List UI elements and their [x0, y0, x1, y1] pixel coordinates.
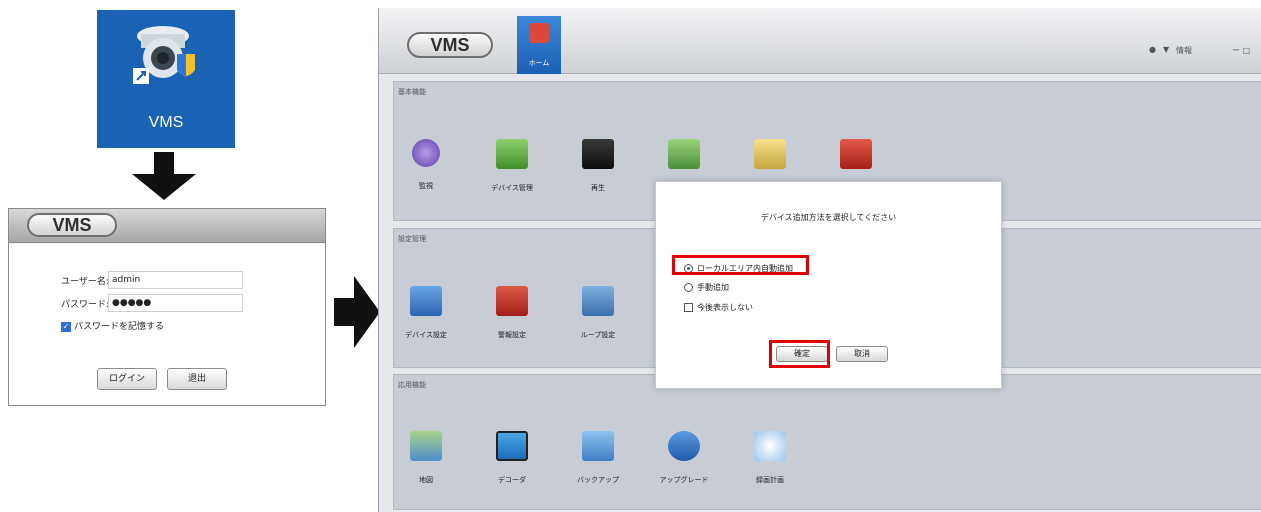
- highlight-ok-button: [769, 340, 830, 368]
- item-label: 監視: [419, 182, 433, 190]
- camera-config-icon: [668, 139, 700, 169]
- item-label: デバイス設定: [405, 331, 447, 339]
- vms-desktop-shortcut[interactable]: VMS: [97, 10, 235, 148]
- info-label[interactable]: 情報: [1176, 45, 1192, 56]
- item-label: 再生: [591, 184, 605, 192]
- info-icon[interactable]: ●: [1149, 45, 1156, 54]
- password-row: パスワード: ●●●●●: [9, 294, 325, 312]
- device-management-icon: [496, 139, 528, 169]
- record-plan-icon: [754, 431, 786, 461]
- cancel-button[interactable]: 取消: [836, 346, 888, 362]
- main-header: VMS ホーム ● ▼ 情報 ー □: [379, 8, 1261, 74]
- main-logo: VMS: [407, 32, 493, 58]
- login-form: ユーザー名: admin パスワード: ●●●●● ✓ パスワードを記憶する ログ…: [9, 244, 325, 405]
- map-icon: [410, 431, 442, 461]
- login-window: VMS ユーザー名: admin パスワード: ●●●●● ✓ パスワードを記憶す…: [8, 208, 326, 406]
- password-label: パスワード:: [61, 300, 110, 310]
- alarm-shield-icon: [840, 139, 872, 169]
- playback-icon: [582, 139, 614, 169]
- username-field[interactable]: admin: [108, 271, 243, 289]
- item-label: 地図: [419, 476, 433, 484]
- dialog-question: デバイス追加方法を選択してください: [760, 213, 897, 222]
- window-controls[interactable]: ー □: [1232, 45, 1250, 56]
- item-record-plan[interactable]: 録画計画: [740, 431, 800, 485]
- tab-home[interactable]: ホーム: [517, 16, 561, 74]
- section-title: 設定管理: [398, 235, 426, 243]
- device-settings-icon: [410, 286, 442, 316]
- item-label: デバイス管理: [491, 184, 533, 192]
- shortcut-label: VMS: [148, 114, 184, 131]
- exit-button[interactable]: 退出: [167, 368, 227, 390]
- item-device-settings[interactable]: デバイス設定: [396, 286, 456, 340]
- item-playback[interactable]: 再生: [568, 139, 628, 193]
- item-label: 警報設定: [498, 331, 526, 339]
- item-backup[interactable]: バックアップ: [568, 431, 628, 485]
- item-5[interactable]: [740, 139, 800, 169]
- skin-icon[interactable]: ▼: [1163, 45, 1169, 54]
- section-title: 基本機能: [398, 88, 426, 96]
- login-button[interactable]: ログイン: [97, 368, 157, 390]
- tab-home-label: ホーム: [528, 59, 550, 67]
- option-dont-show[interactable]: 今後表示しない: [684, 302, 753, 313]
- add-device-dialog: デバイス追加方法を選択してください ローカルエリア内自動追加 手動追加 今後表示…: [655, 181, 1002, 389]
- username-label: ユーザー名:: [61, 277, 109, 287]
- section-title: 応用機能: [398, 381, 426, 389]
- item-decoder[interactable]: デコーダ: [482, 431, 542, 485]
- item-6[interactable]: [826, 139, 886, 169]
- right-arrow-icon: [334, 276, 380, 348]
- remember-label: パスワードを記憶する: [74, 322, 165, 332]
- item-device-management[interactable]: デバイス管理: [482, 139, 542, 193]
- item-4[interactable]: [654, 139, 714, 169]
- remember-password-checkbox[interactable]: ✓ パスワードを記憶する: [61, 319, 164, 332]
- login-title-bar: VMS: [9, 209, 325, 243]
- option-manual-label: 手動追加: [697, 283, 729, 292]
- highlight-auto-option: [672, 255, 809, 275]
- item-label: バックアップ: [577, 476, 619, 484]
- item-alarm-settings[interactable]: 警報設定: [482, 286, 542, 340]
- decoder-icon: [496, 431, 528, 461]
- checkbox-icon: [684, 303, 693, 312]
- username-row: ユーザー名: admin: [9, 271, 325, 289]
- item-monitor[interactable]: 監視: [396, 139, 456, 191]
- checkmark-icon: ✓: [61, 321, 71, 332]
- upgrade-icon: [668, 431, 700, 461]
- item-label: アップグレード: [659, 476, 709, 484]
- down-arrow-icon: [132, 152, 196, 200]
- section-applications: 応用機能 地図 デコーダ バックアップ アップグレード 録画計画: [393, 374, 1261, 510]
- log-icon: [754, 139, 786, 169]
- item-label: デコーダ: [498, 476, 526, 484]
- option-hide-label: 今後表示しない: [697, 303, 753, 312]
- monitor-icon: [412, 139, 440, 167]
- item-label: ループ設定: [580, 331, 616, 339]
- radio-icon: [684, 283, 693, 292]
- camera-app-icon: [133, 26, 195, 84]
- option-manual-add[interactable]: 手動追加: [684, 282, 729, 293]
- item-label: 録画計画: [756, 476, 784, 484]
- backup-icon: [582, 431, 614, 461]
- password-field[interactable]: ●●●●●: [108, 294, 243, 312]
- login-logo: VMS: [27, 213, 117, 237]
- item-upgrade[interactable]: アップグレード: [654, 431, 714, 485]
- loop-settings-icon: [582, 286, 614, 316]
- home-icon: [529, 23, 549, 43]
- item-loop-settings[interactable]: ループ設定: [568, 286, 628, 340]
- alarm-settings-icon: [496, 286, 528, 316]
- item-map[interactable]: 地図: [396, 431, 456, 485]
